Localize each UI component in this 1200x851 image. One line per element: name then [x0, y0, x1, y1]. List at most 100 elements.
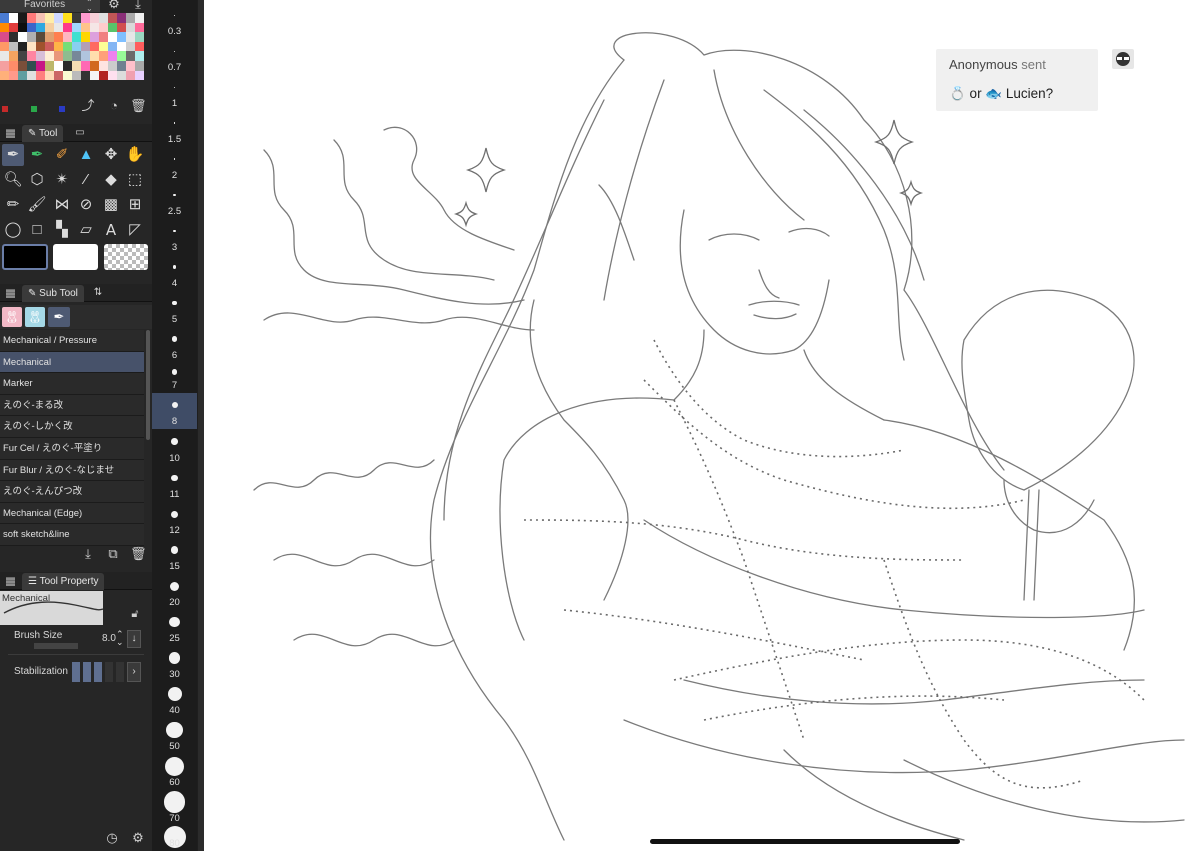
ribbon-tool-icon[interactable]: ⋈: [51, 194, 73, 216]
color-swatch[interactable]: [9, 32, 18, 42]
text-tool-icon[interactable]: A: [100, 219, 122, 241]
stabilization-meter[interactable]: [72, 662, 124, 682]
color-swatch[interactable]: [72, 60, 81, 71]
color-swatch[interactable]: [63, 13, 72, 23]
brush-size-option[interactable]: 11: [152, 466, 197, 502]
color-swatch[interactable]: [36, 60, 45, 71]
transparent-color-tile[interactable]: [104, 244, 148, 270]
color-swatch[interactable]: [117, 70, 126, 81]
blue-channel-swatch[interactable]: [59, 106, 65, 112]
red-channel-swatch[interactable]: [2, 106, 8, 112]
color-swatch[interactable]: [99, 60, 108, 71]
color-swatch[interactable]: [27, 13, 36, 23]
brush-size-option[interactable]: 4: [152, 255, 197, 291]
color-swatch[interactable]: [0, 32, 9, 42]
color-swatch[interactable]: [90, 13, 99, 23]
color-swatch[interactable]: [108, 22, 117, 33]
color-swatch[interactable]: [27, 51, 36, 61]
brush-size-option[interactable]: 30: [152, 646, 197, 682]
sub-color-tile[interactable]: [53, 244, 98, 270]
brush-size-option[interactable]: 1.5: [152, 111, 197, 147]
color-swatch[interactable]: [27, 22, 36, 33]
color-swatch[interactable]: [45, 41, 54, 52]
color-swatch[interactable]: [135, 13, 144, 23]
grip-icon[interactable]: ▬ ▬ ▬: [6, 573, 15, 588]
subtool-item[interactable]: えのぐ-まる改: [0, 394, 144, 417]
color-swatch[interactable]: [81, 51, 90, 61]
brush-size-slider[interactable]: [34, 643, 78, 649]
brush-size-option[interactable]: 12: [152, 502, 197, 538]
color-swatch[interactable]: [99, 13, 108, 23]
wrench-icon[interactable]: ⚙: [130, 830, 146, 846]
color-swatch[interactable]: [126, 51, 135, 61]
green-channel-swatch[interactable]: [31, 106, 37, 112]
color-swatch[interactable]: [81, 41, 90, 52]
color-swatch[interactable]: [63, 70, 72, 81]
color-swatch[interactable]: [117, 22, 126, 33]
color-swatch[interactable]: [63, 22, 72, 33]
brush-size-option[interactable]: 15: [152, 538, 197, 574]
add-color-icon[interactable]: ◔: [106, 98, 122, 114]
color-swatch[interactable]: [54, 13, 63, 23]
color-swatch[interactable]: [72, 13, 81, 23]
color-swatch[interactable]: [0, 60, 9, 71]
color-swatch[interactable]: [27, 32, 36, 42]
subtool-item[interactable]: Fur Blur / えのぐ-なじませ: [0, 459, 144, 482]
color-swatch[interactable]: [126, 32, 135, 42]
download-icon[interactable]: ⤓: [130, 0, 146, 12]
brush-size-option[interactable]: 6: [152, 327, 197, 363]
subtool-item[interactable]: えのぐ-えんぴつ改: [0, 481, 144, 503]
color-swatch[interactable]: [18, 22, 27, 33]
color-swatch[interactable]: [36, 41, 45, 52]
color-swatch[interactable]: [9, 60, 18, 71]
subtool-item[interactable]: soft sketch&line: [0, 524, 144, 546]
color-swatch[interactable]: [108, 51, 117, 61]
color-swatch[interactable]: [90, 70, 99, 81]
brush-size-option[interactable]: 2: [152, 147, 197, 183]
color-swatch[interactable]: [81, 22, 90, 33]
color-swatch[interactable]: [9, 51, 18, 61]
color-swatch[interactable]: [81, 70, 90, 81]
main-color-tile[interactable]: [2, 244, 48, 270]
color-swatch[interactable]: [45, 70, 54, 81]
move-tool-icon[interactable]: ✥: [100, 144, 122, 166]
color-swatch[interactable]: [81, 60, 90, 71]
subtool-item[interactable]: Fur Cel / えのぐ-平塗り: [0, 437, 144, 460]
drawing-canvas[interactable]: [204, 0, 1200, 851]
ruler-tool-icon[interactable]: ◸: [124, 219, 146, 241]
color-swatch[interactable]: [0, 41, 9, 52]
tab-tool[interactable]: ✎ Tool: [22, 125, 64, 142]
color-swatch[interactable]: [54, 32, 63, 42]
select-rect-tool-icon[interactable]: ⬚: [124, 169, 146, 191]
color-swatch[interactable]: [108, 70, 117, 81]
panel-menu-icon[interactable]: ▭: [72, 125, 88, 141]
chevron-updown-icon[interactable]: ⌃ ⌄: [116, 630, 124, 647]
color-swatch[interactable]: [0, 51, 9, 61]
color-swatch[interactable]: [99, 41, 108, 52]
panel-frame-tool-icon[interactable]: ▱: [75, 219, 97, 241]
brush-size-dropdown-button[interactable]: ↓: [127, 630, 141, 648]
color-swatch[interactable]: [117, 32, 126, 42]
color-swatch[interactable]: [45, 32, 54, 42]
color-swatch[interactable]: [126, 70, 135, 81]
airbrush-tool-icon[interactable]: ⊘: [75, 194, 97, 216]
color-swatch[interactable]: [135, 32, 144, 42]
color-swatch[interactable]: [9, 41, 18, 52]
color-swatch[interactable]: [27, 60, 36, 71]
stabilization-expand-button[interactable]: ›: [127, 662, 141, 682]
brush-size-option[interactable]: 80: [152, 826, 197, 851]
color-swatch[interactable]: [36, 13, 45, 23]
pen-green-tool-icon[interactable]: ✒: [26, 144, 48, 166]
brush-size-option[interactable]: 5: [152, 291, 197, 327]
color-swatch[interactable]: [63, 41, 72, 52]
wrench-icon[interactable]: ⚙: [106, 0, 122, 12]
brush-size-option[interactable]: 60: [152, 754, 197, 790]
color-swatch[interactable]: [63, 51, 72, 61]
color-swatch[interactable]: [36, 32, 45, 42]
subtool-scrollbar[interactable]: [146, 330, 150, 440]
zoom-tool-icon[interactable]: 🔍︎: [2, 169, 24, 191]
color-swatch[interactable]: [90, 60, 99, 71]
brush-size-option[interactable]: 20: [152, 574, 197, 610]
subtool-item[interactable]: Mechanical (Edge): [0, 502, 144, 525]
pencil-tool-icon[interactable]: ✏: [2, 194, 24, 216]
